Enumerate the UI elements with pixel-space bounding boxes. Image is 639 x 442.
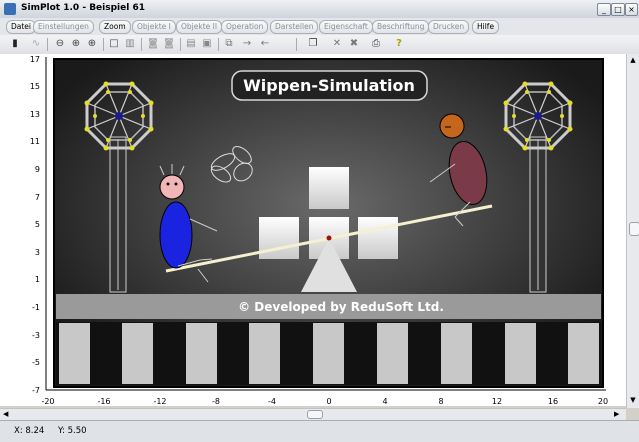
arrow-left-icon[interactable]: ← bbox=[259, 38, 271, 50]
object-b-icon[interactable]: ◙ bbox=[163, 38, 175, 50]
scroll-down-icon[interactable]: ▼ bbox=[629, 396, 637, 405]
scroll-left-icon[interactable]: ◀ bbox=[3, 410, 8, 418]
y-tick-label: 5 bbox=[35, 220, 40, 229]
menu-einstellungen[interactable]: Einstellungen bbox=[33, 20, 94, 34]
x-tick-label: 20 bbox=[598, 397, 608, 406]
x-tick-label: 0 bbox=[326, 397, 331, 406]
zoom-in-icon[interactable]: ⊕ bbox=[70, 38, 82, 50]
app-icon bbox=[4, 3, 16, 15]
y-tick-label: 7 bbox=[35, 193, 40, 202]
help-icon[interactable]: ? bbox=[393, 38, 405, 50]
table-icon[interactable]: ▥ bbox=[124, 38, 136, 50]
menu-datei[interactable]: Datei bbox=[6, 20, 37, 34]
x-tick-label: -20 bbox=[41, 397, 54, 406]
menu-operation[interactable]: Operation bbox=[221, 20, 269, 34]
y-tick-label: -3 bbox=[32, 331, 40, 340]
toolbar: ▮ ∿ ⊖ ⊕ ⊕ □ ▥ ◙ ◙ ▤ ▣ ⧉ → ← ❐ ✕ ✖ ⎙ ? bbox=[0, 35, 639, 55]
y-tick-label: 1 bbox=[35, 275, 40, 284]
zoom-fit-icon[interactable]: ⊕ bbox=[86, 38, 98, 50]
stripe-floor bbox=[56, 322, 601, 385]
x-tick-label: 16 bbox=[548, 397, 558, 406]
graph-icon[interactable]: ∿ bbox=[30, 38, 42, 50]
horizontal-scrollbar[interactable]: ◀ ▶ bbox=[0, 408, 626, 420]
delete-all-icon[interactable]: ✖ bbox=[348, 38, 360, 50]
window-title: SimPlot 1.0 - Beispiel 61 bbox=[21, 3, 145, 13]
menu-hilfe[interactable]: Hilfe bbox=[472, 20, 500, 34]
y-tick-label: -7 bbox=[32, 386, 40, 395]
y-tick-label: 13 bbox=[30, 110, 40, 119]
y-tick-label: -1 bbox=[32, 303, 40, 312]
y-tick-label: 17 bbox=[30, 55, 40, 64]
plot-canvas[interactable]: 17 15 13 11 9 7 5 3 1 -1 -3 -5 -7 -20 -1… bbox=[0, 54, 626, 406]
horizontal-scroll-thumb[interactable] bbox=[307, 410, 323, 419]
scroll-up-icon[interactable]: ▲ bbox=[629, 56, 637, 65]
menu-objekte-2[interactable]: Objekte II bbox=[176, 20, 223, 34]
arrow-right-icon[interactable]: → bbox=[241, 38, 253, 50]
image-icon[interactable]: ▣ bbox=[201, 38, 213, 50]
x-tick-label: -8 bbox=[212, 397, 220, 406]
y-axis-ticks: 17 15 13 11 9 7 5 3 1 -1 -3 -5 -7 bbox=[30, 55, 40, 395]
minimize-icon[interactable]: _ bbox=[597, 3, 611, 16]
menu-objekte-1[interactable]: Objekte I bbox=[132, 20, 176, 34]
x-tick-label: 4 bbox=[382, 397, 387, 406]
credit-text: © Developed by ReduSoft Ltd. bbox=[238, 300, 444, 314]
print-icon[interactable]: ⎙ bbox=[370, 38, 382, 50]
y-tick-label: 11 bbox=[30, 137, 40, 146]
copy-object-icon[interactable]: ⧉ bbox=[223, 38, 235, 50]
status-bar: X: 8.24 Y: 5.50 bbox=[0, 420, 639, 442]
exit-icon[interactable]: ▮ bbox=[9, 38, 21, 50]
x-tick-label: 12 bbox=[492, 397, 502, 406]
maximize-icon[interactable]: □ bbox=[611, 3, 625, 16]
y-tick-label: 3 bbox=[35, 248, 40, 257]
select-rect-icon[interactable]: □ bbox=[108, 38, 120, 50]
status-y: Y: 5.50 bbox=[58, 426, 87, 436]
close-icon[interactable]: × bbox=[625, 3, 638, 16]
block bbox=[309, 167, 349, 209]
menu-beschriftung[interactable]: Beschriftung bbox=[372, 20, 430, 34]
title-bar: SimPlot 1.0 - Beispiel 61 _ □ × bbox=[0, 0, 639, 19]
plot-area[interactable]: 17 15 13 11 9 7 5 3 1 -1 -3 -5 -7 -20 -1… bbox=[0, 54, 626, 406]
x-tick-label: -12 bbox=[153, 397, 166, 406]
x-axis-ticks: -20 -16 -12 -8 -4 0 4 8 12 16 20 bbox=[41, 397, 608, 406]
block bbox=[358, 217, 398, 259]
scroll-right-icon[interactable]: ▶ bbox=[614, 410, 619, 418]
status-x: X: 8.24 bbox=[14, 426, 45, 436]
vertical-scrollbar[interactable]: ▲ ▼ bbox=[626, 54, 639, 408]
y-tick-label: 15 bbox=[30, 82, 40, 91]
y-tick-label: 9 bbox=[35, 165, 40, 174]
y-tick-label: -5 bbox=[32, 358, 40, 367]
menu-drucken[interactable]: Drucken bbox=[428, 20, 470, 34]
zoom-out-icon[interactable]: ⊖ bbox=[54, 38, 66, 50]
x-tick-label: -16 bbox=[97, 397, 110, 406]
menu-eigenschaft[interactable]: Eigenschaft bbox=[319, 20, 373, 34]
x-tick-label: 8 bbox=[438, 397, 443, 406]
scene-title: Wippen-Simulation bbox=[243, 76, 415, 95]
document-icon[interactable]: ❐ bbox=[307, 38, 319, 50]
vertical-scroll-thumb[interactable] bbox=[629, 222, 639, 236]
delete-icon[interactable]: ✕ bbox=[331, 38, 343, 50]
simulation-scene: Wippen-Simulation © Developed by ReduSof… bbox=[53, 58, 604, 388]
grid-icon[interactable]: ▤ bbox=[185, 38, 197, 50]
object-a-icon[interactable]: ◙ bbox=[147, 38, 159, 50]
menu-zoom[interactable]: Zoom bbox=[99, 20, 131, 34]
menu-darstellen[interactable]: Darstellen bbox=[270, 20, 319, 34]
menu-bar: Datei Einstellungen Zoom Objekte I Objek… bbox=[0, 18, 639, 35]
x-tick-label: -4 bbox=[268, 397, 276, 406]
